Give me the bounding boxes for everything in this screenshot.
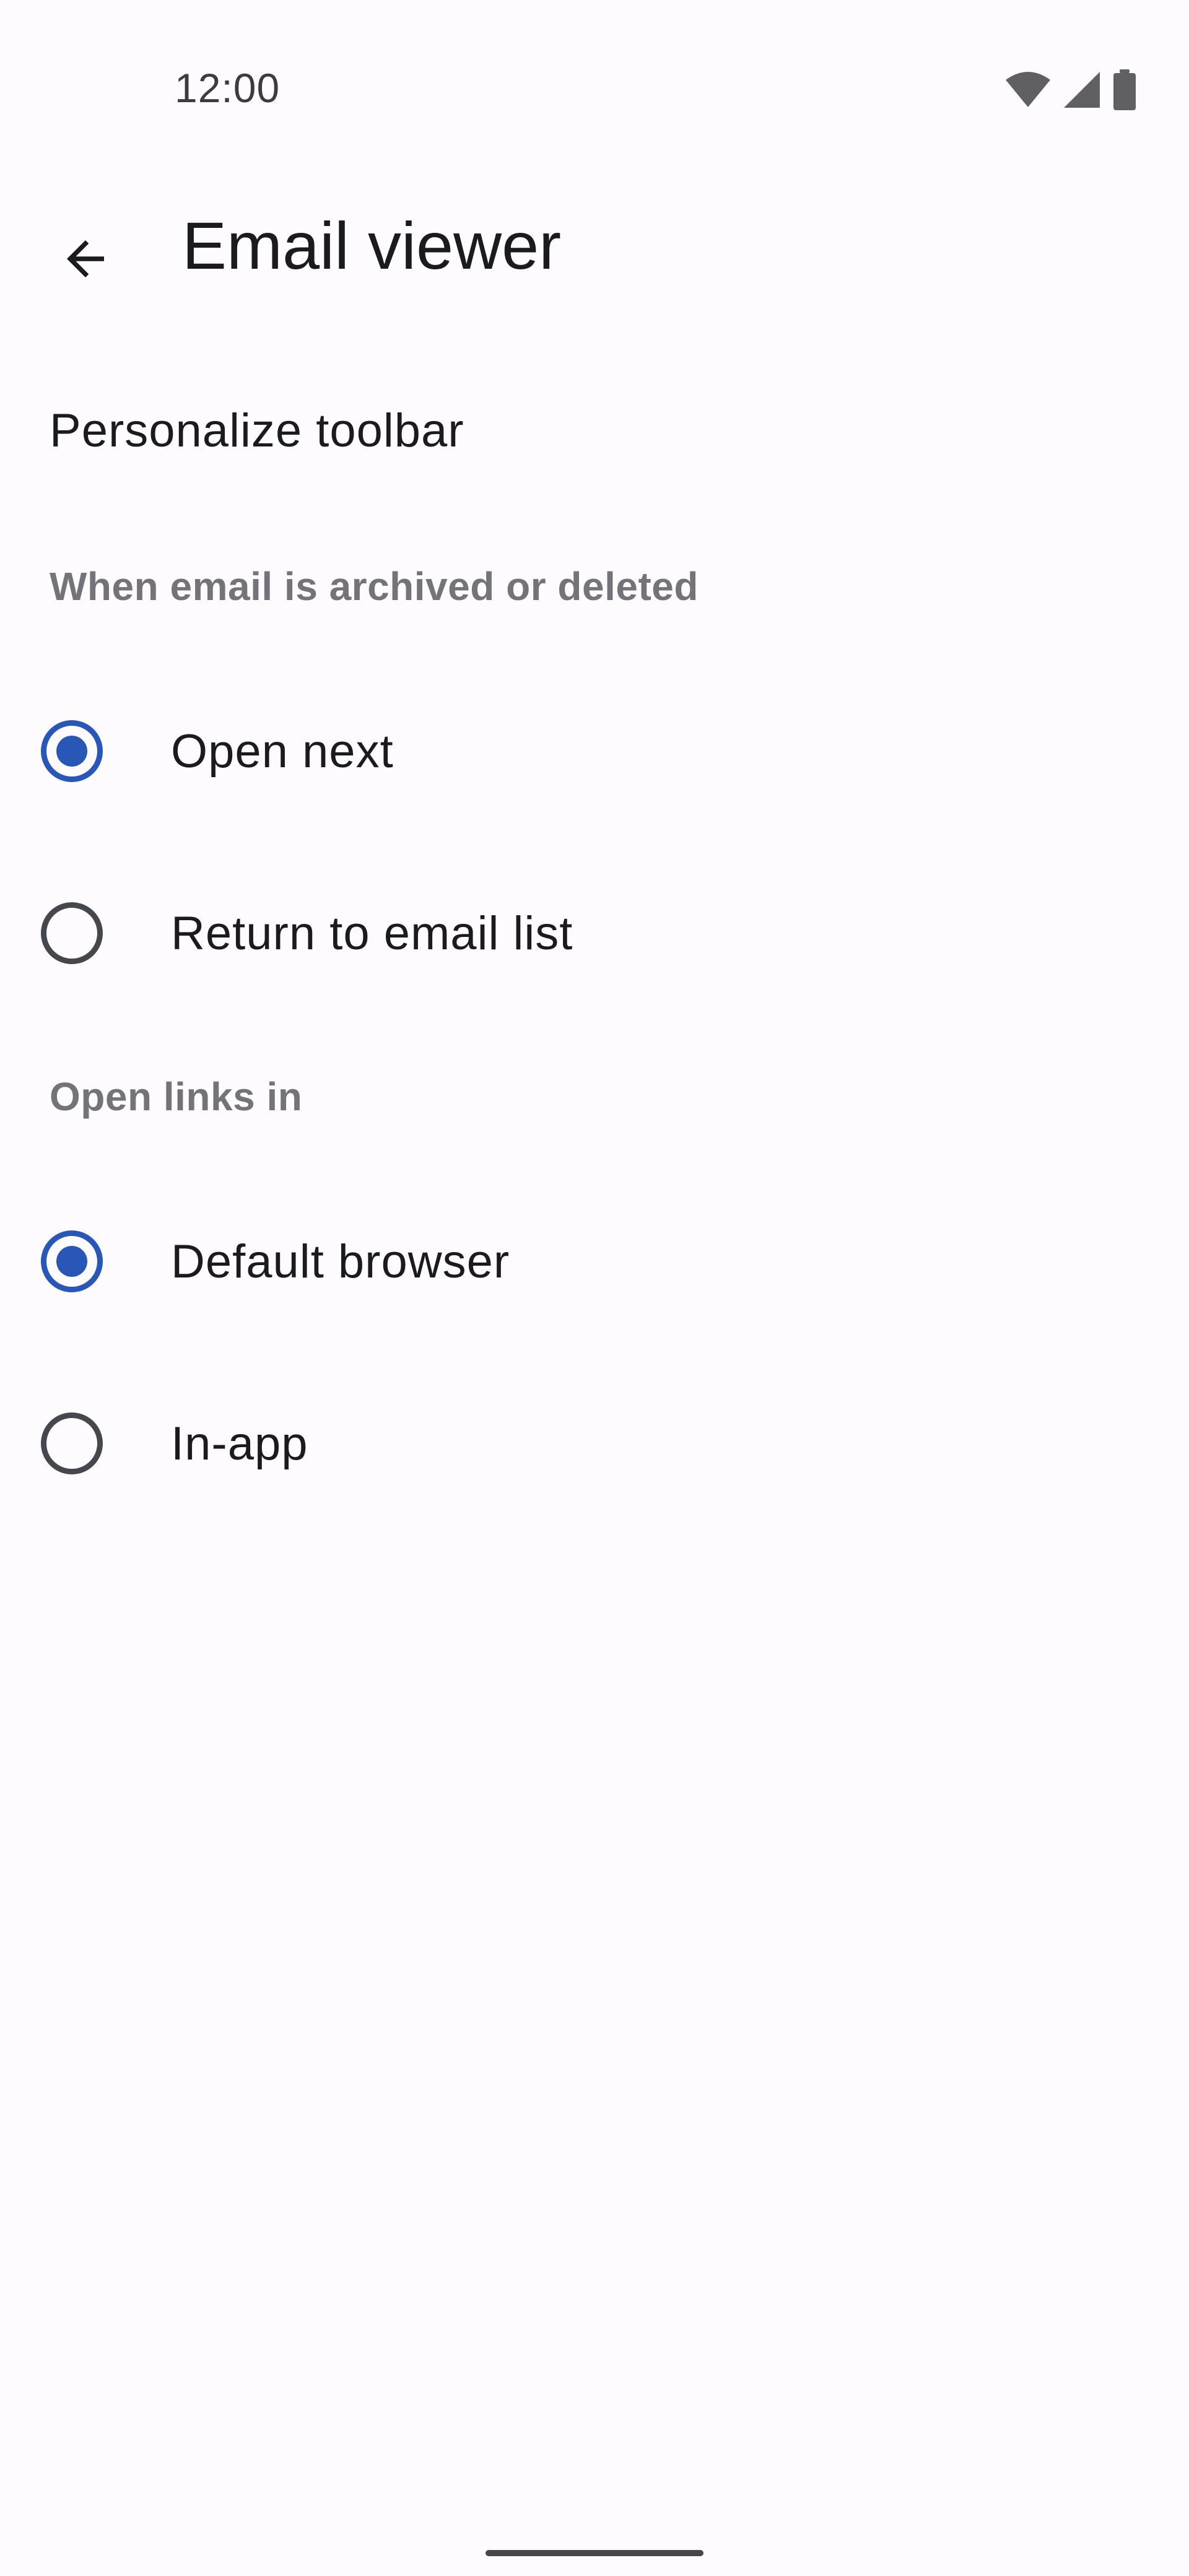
- arrow-back-icon: [58, 231, 113, 290]
- battery-icon: [1112, 69, 1137, 113]
- radio-label-in-app: In-app: [171, 1417, 308, 1470]
- radio-button-in-app[interactable]: [41, 1412, 103, 1474]
- wifi-icon: [1004, 71, 1052, 111]
- cell-signal-icon: [1063, 71, 1101, 112]
- personalize-toolbar-item[interactable]: Personalize toolbar: [0, 372, 1189, 489]
- radio-label-open-next: Open next: [171, 724, 394, 778]
- personalize-toolbar-label: Personalize toolbar: [50, 404, 464, 457]
- radio-button-return-to-list[interactable]: [41, 902, 103, 964]
- radio-label-default-browser: Default browser: [171, 1235, 510, 1288]
- radio-option-default-browser[interactable]: Default browser: [0, 1172, 1189, 1351]
- radio-button-default-browser[interactable]: [41, 1230, 103, 1292]
- radio-option-return-to-list[interactable]: Return to email list: [0, 843, 1189, 1023]
- status-time: 12:00: [175, 65, 281, 111]
- top-app-bar: Email viewer: [0, 186, 1189, 310]
- navigation-handle[interactable]: [486, 2550, 703, 2556]
- radio-option-in-app[interactable]: In-app: [0, 1354, 1189, 1533]
- status-icons: [1004, 69, 1137, 113]
- radio-button-open-next[interactable]: [41, 720, 103, 782]
- links-section-header: Open links in: [50, 1074, 303, 1119]
- page-title: Email viewer: [182, 208, 562, 283]
- radio-label-return-to-list: Return to email list: [171, 907, 573, 960]
- archive-section-header: When email is archived or deleted: [50, 564, 699, 609]
- radio-option-open-next[interactable]: Open next: [0, 661, 1189, 841]
- back-button[interactable]: [36, 211, 135, 310]
- status-bar: 12:00: [0, 0, 1189, 186]
